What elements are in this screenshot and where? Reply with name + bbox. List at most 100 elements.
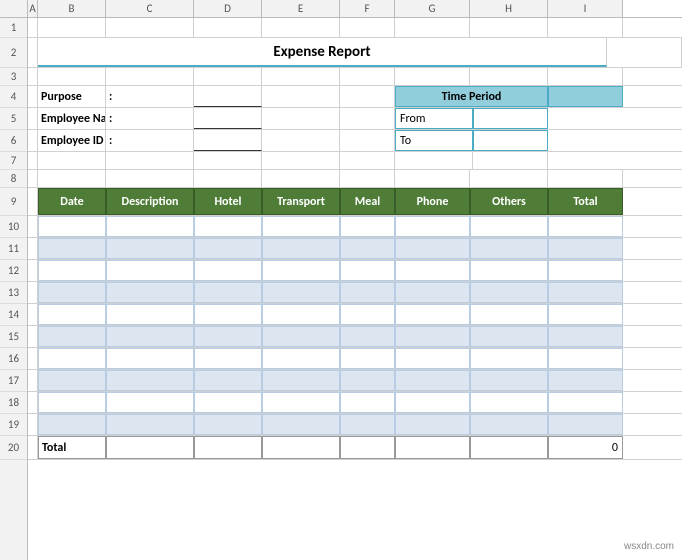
r20-d[interactable] — [194, 436, 262, 459]
r12-i[interactable] — [548, 260, 623, 281]
r14-e[interactable] — [262, 304, 340, 325]
r11-g[interactable] — [395, 238, 470, 259]
r13-i[interactable] — [548, 282, 623, 303]
r10-e[interactable] — [262, 216, 340, 237]
r18-g[interactable] — [395, 392, 470, 413]
r10-b[interactable] — [38, 216, 106, 237]
r20-g[interactable] — [395, 436, 470, 459]
r14-i[interactable] — [548, 304, 623, 325]
r17-f[interactable] — [340, 370, 395, 391]
r11-c[interactable] — [106, 238, 194, 259]
r20-f[interactable] — [340, 436, 395, 459]
r12-g[interactable] — [395, 260, 470, 281]
to-value[interactable] — [473, 130, 548, 151]
r16-b[interactable] — [38, 348, 106, 369]
row-7 — [28, 152, 682, 170]
col-a-header: A — [28, 0, 38, 17]
r19-g[interactable] — [395, 414, 470, 435]
r18-h[interactable] — [470, 392, 548, 413]
r17-b[interactable] — [38, 370, 106, 391]
r14-f[interactable] — [340, 304, 395, 325]
r7-b — [38, 152, 106, 169]
r10-i[interactable] — [548, 216, 623, 237]
r19-d[interactable] — [194, 414, 262, 435]
row-8 — [28, 170, 682, 188]
r16-c[interactable] — [106, 348, 194, 369]
r18-c[interactable] — [106, 392, 194, 413]
r15-f[interactable] — [340, 326, 395, 347]
r13-e[interactable] — [262, 282, 340, 303]
r11-h[interactable] — [470, 238, 548, 259]
r16-f[interactable] — [340, 348, 395, 369]
col-e-header: E — [262, 0, 340, 17]
r15-d[interactable] — [194, 326, 262, 347]
r12-e[interactable] — [262, 260, 340, 281]
r13-c[interactable] — [106, 282, 194, 303]
r19-c[interactable] — [106, 414, 194, 435]
r16-e[interactable] — [262, 348, 340, 369]
r19-f[interactable] — [340, 414, 395, 435]
r15-b[interactable] — [38, 326, 106, 347]
r20-h[interactable] — [470, 436, 548, 459]
r12-b[interactable] — [38, 260, 106, 281]
r7-e — [262, 152, 340, 169]
r16-h[interactable] — [470, 348, 548, 369]
r14-d[interactable] — [194, 304, 262, 325]
r14-h[interactable] — [470, 304, 548, 325]
r11-d[interactable] — [194, 238, 262, 259]
r19-b[interactable] — [38, 414, 106, 435]
r16-g[interactable] — [395, 348, 470, 369]
r15-h[interactable] — [470, 326, 548, 347]
r2-i — [607, 38, 682, 67]
r17-h[interactable] — [470, 370, 548, 391]
r10-g[interactable] — [395, 216, 470, 237]
from-value[interactable] — [473, 108, 548, 129]
r13-h[interactable] — [470, 282, 548, 303]
row-5: Employee Name : From — [28, 108, 682, 130]
r12-h[interactable] — [470, 260, 548, 281]
r13-g[interactable] — [395, 282, 470, 303]
r10-h[interactable] — [470, 216, 548, 237]
r17-c[interactable] — [106, 370, 194, 391]
r13-f[interactable] — [340, 282, 395, 303]
r18-b[interactable] — [38, 392, 106, 413]
r19-a — [28, 414, 38, 435]
r19-e[interactable] — [262, 414, 340, 435]
r11-e[interactable] — [262, 238, 340, 259]
r12-c[interactable] — [106, 260, 194, 281]
r16-d[interactable] — [194, 348, 262, 369]
r14-g[interactable] — [395, 304, 470, 325]
r10-f[interactable] — [340, 216, 395, 237]
r19-h[interactable] — [470, 414, 548, 435]
title-cell: Expense Report — [38, 38, 607, 67]
r11-b[interactable] — [38, 238, 106, 259]
r13-b[interactable] — [38, 282, 106, 303]
r11-i[interactable] — [548, 238, 623, 259]
r20-c[interactable] — [106, 436, 194, 459]
r17-d[interactable] — [194, 370, 262, 391]
r15-i[interactable] — [548, 326, 623, 347]
r15-g[interactable] — [395, 326, 470, 347]
r12-d[interactable] — [194, 260, 262, 281]
r18-f[interactable] — [340, 392, 395, 413]
r10-d[interactable] — [194, 216, 262, 237]
r12-f[interactable] — [340, 260, 395, 281]
r20-e[interactable] — [262, 436, 340, 459]
r19-i[interactable] — [548, 414, 623, 435]
r18-d[interactable] — [194, 392, 262, 413]
r10-c[interactable] — [106, 216, 194, 237]
r17-e[interactable] — [262, 370, 340, 391]
r15-c[interactable] — [106, 326, 194, 347]
r14-c[interactable] — [106, 304, 194, 325]
r14-b[interactable] — [38, 304, 106, 325]
r15-e[interactable] — [262, 326, 340, 347]
r13-d[interactable] — [194, 282, 262, 303]
r17-g[interactable] — [395, 370, 470, 391]
col-h-header: H — [470, 0, 548, 17]
r18-i[interactable] — [548, 392, 623, 413]
r16-i[interactable] — [548, 348, 623, 369]
r18-e[interactable] — [262, 392, 340, 413]
r11-f[interactable] — [340, 238, 395, 259]
r17-i[interactable] — [548, 370, 623, 391]
r7-d — [194, 152, 262, 169]
